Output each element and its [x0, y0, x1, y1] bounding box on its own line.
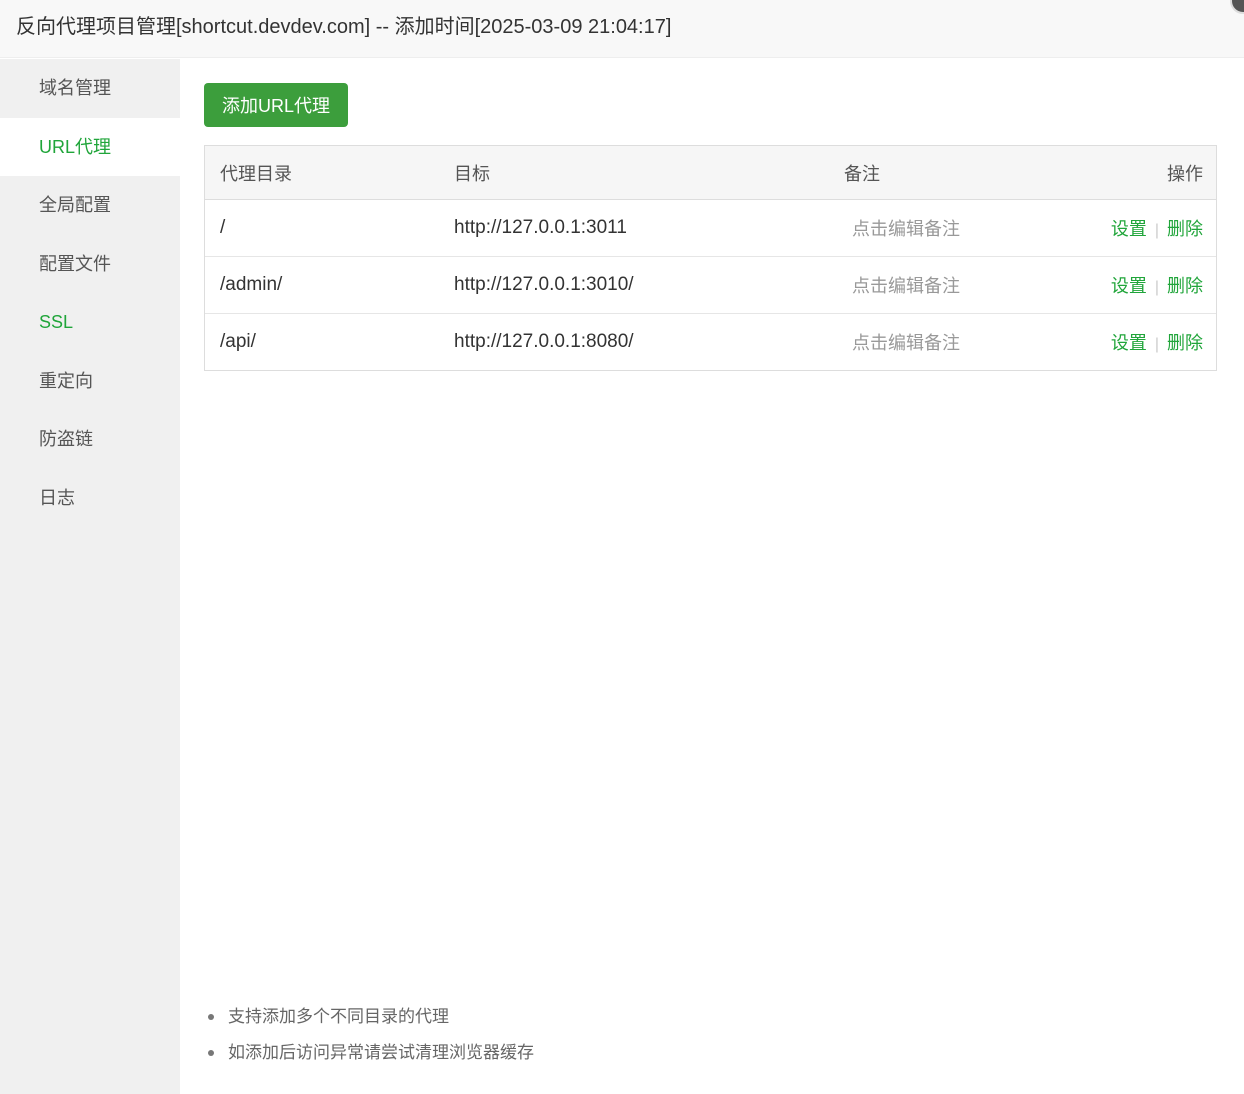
proxy-dir: / [205, 199, 439, 257]
tip-item: 如添加后访问异常请尝试清理浏览器缓存 [208, 1035, 534, 1071]
add-url-proxy-button[interactable]: 添加URL代理 [204, 83, 348, 127]
proxy-dir: /api/ [220, 331, 256, 352]
settings-link[interactable]: 设置 [1111, 276, 1147, 296]
remark-edit[interactable]: 点击编辑备注 [829, 314, 1069, 371]
tip-text: 支持添加多个不同目录的代理 [228, 1007, 449, 1026]
table-row: /api/ http://127.0.0.1:8080/ 点击编辑备注 设置 | 删… [205, 314, 1216, 371]
settings-link[interactable]: 设置 [1111, 219, 1147, 239]
sidebar-item-hotlink-protection[interactable]: 防盗链 [0, 410, 180, 469]
sidebar-item-ssl[interactable]: SSL [0, 293, 180, 352]
delete-link[interactable]: 删除 [1167, 333, 1203, 353]
settings-link[interactable]: 设置 [1111, 333, 1147, 353]
sidebar-item-domain[interactable]: 域名管理 [0, 59, 180, 118]
proxy-target: http://127.0.0.1:3010/ [439, 256, 829, 314]
row-actions: 设置 | 删除 [1069, 199, 1216, 257]
row-actions: 设置 | 删除 [1069, 314, 1216, 371]
delete-link[interactable]: 删除 [1167, 276, 1203, 296]
proxy-target: http://127.0.0.1:8080/ [454, 331, 634, 352]
tips-list: 支持添加多个不同目录的代理 如添加后访问异常请尝试清理浏览器缓存 [208, 999, 534, 1071]
table-row: / http://127.0.0.1:3011 点击编辑备注 设置 | 删除 [205, 199, 1216, 257]
close-icon[interactable] [1230, 0, 1244, 14]
action-separator: | [1154, 222, 1159, 239]
bullet-icon [208, 1050, 214, 1056]
proxy-dir: /admin/ [205, 256, 439, 314]
bullet-icon [208, 1014, 214, 1020]
remark-edit[interactable]: 点击编辑备注 [829, 256, 1069, 314]
remark-edit[interactable]: 点击编辑备注 [829, 199, 1069, 257]
table-row: /admin/ http://127.0.0.1:3010/ 点击编辑备注 设置… [205, 256, 1216, 314]
sidebar: 域名管理 URL代理 全局配置 配置文件 SSL 重定向 防盗链 日志 [0, 59, 180, 1094]
proxy-target: http://127.0.0.1:3011 [439, 199, 829, 257]
sidebar-item-redirect[interactable]: 重定向 [0, 352, 180, 411]
sidebar-item-global-config[interactable]: 全局配置 [0, 176, 180, 235]
tip-item: 支持添加多个不同目录的代理 [208, 999, 534, 1035]
column-header-target: 目标 [439, 146, 829, 200]
window-title: 反向代理项目管理[shortcut.devdev.com] -- 添加时间[20… [16, 16, 672, 38]
title-bar: 反向代理项目管理[shortcut.devdev.com] -- 添加时间[20… [0, 0, 1244, 58]
sidebar-item-config-file[interactable]: 配置文件 [0, 235, 180, 294]
table-header-row: 代理目录 目标 备注 操作 [205, 146, 1216, 200]
sidebar-item-url-proxy[interactable]: URL代理 [0, 117, 180, 176]
proxy-table: 代理目录 目标 备注 操作 / http://127.0.0.1:3011 点击… [204, 145, 1217, 371]
action-separator: | [1154, 336, 1159, 353]
delete-link[interactable]: 删除 [1167, 219, 1203, 239]
column-header-actions: 操作 [1069, 146, 1216, 200]
proxy-management-window: 反向代理项目管理[shortcut.devdev.com] -- 添加时间[20… [0, 0, 1244, 1094]
main-content: 添加URL代理 代理目录 目标 备注 操作 / http://127.0.0.1… [180, 59, 1244, 1094]
action-separator: | [1154, 279, 1159, 296]
row-actions: 设置 | 删除 [1069, 256, 1216, 314]
tip-text: 如添加后访问异常请尝试清理浏览器缓存 [228, 1043, 534, 1062]
column-header-dir: 代理目录 [205, 146, 439, 200]
sidebar-item-logs[interactable]: 日志 [0, 469, 180, 528]
column-header-remark: 备注 [829, 146, 1069, 200]
